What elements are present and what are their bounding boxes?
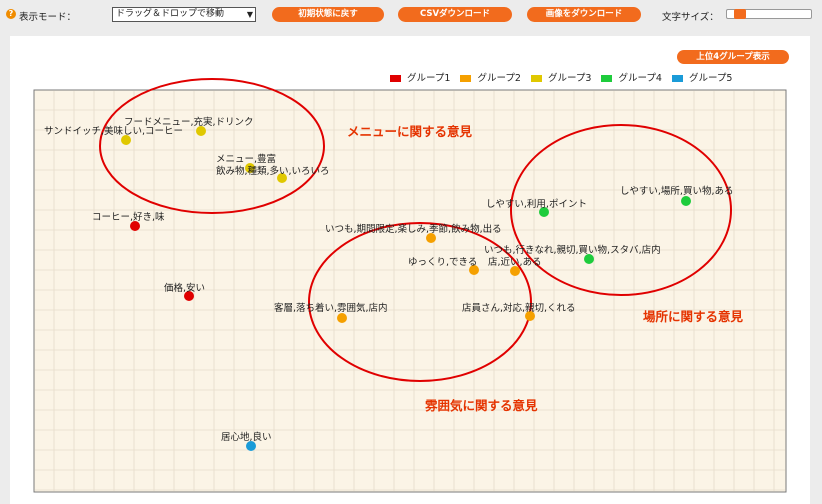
annotation-menu: メニューに関する意見: [347, 124, 473, 139]
word-map-chart: メニューに関する意見 場所に関する意見 雰囲気に関する意見 フードメニュー,充実…: [33, 78, 787, 493]
word-label[interactable]: しやすい,場所,買い物,ある: [620, 185, 733, 197]
word-label[interactable]: 店員さん,対応,親切,くれる: [462, 302, 576, 314]
word-label[interactable]: いつも,行きなれ,親切,買い物,スタバ,店内: [484, 244, 661, 256]
word-label[interactable]: 居心地,良い: [221, 431, 272, 443]
word-label[interactable]: コーヒー,好き,味: [92, 211, 165, 223]
word-label[interactable]: 店,近い,ある: [488, 256, 542, 268]
word-dot[interactable]: [681, 196, 691, 206]
annotation-atmosphere: 雰囲気に関する意見: [425, 398, 538, 413]
word-label[interactable]: いつも,期間限定,楽しみ,季節,飲み物,出る: [325, 223, 502, 235]
word-label[interactable]: 価格,安い: [164, 282, 205, 294]
word-label[interactable]: ゆっくり,できる: [408, 257, 477, 268]
word-label[interactable]: 客層,落ち着い,雰囲気,店内: [274, 302, 388, 314]
word-dot[interactable]: [337, 313, 347, 323]
word-label[interactable]: 飲み物,種類,多い,いろいろ: [216, 165, 330, 177]
word-label[interactable]: サンドイッチ,美味しい,コーヒー: [44, 125, 183, 137]
annotation-place: 場所に関する意見: [643, 309, 744, 324]
word-label[interactable]: メニュー,豊富: [216, 153, 276, 165]
word-label[interactable]: しやすい,利用,ポイント: [486, 198, 587, 210]
